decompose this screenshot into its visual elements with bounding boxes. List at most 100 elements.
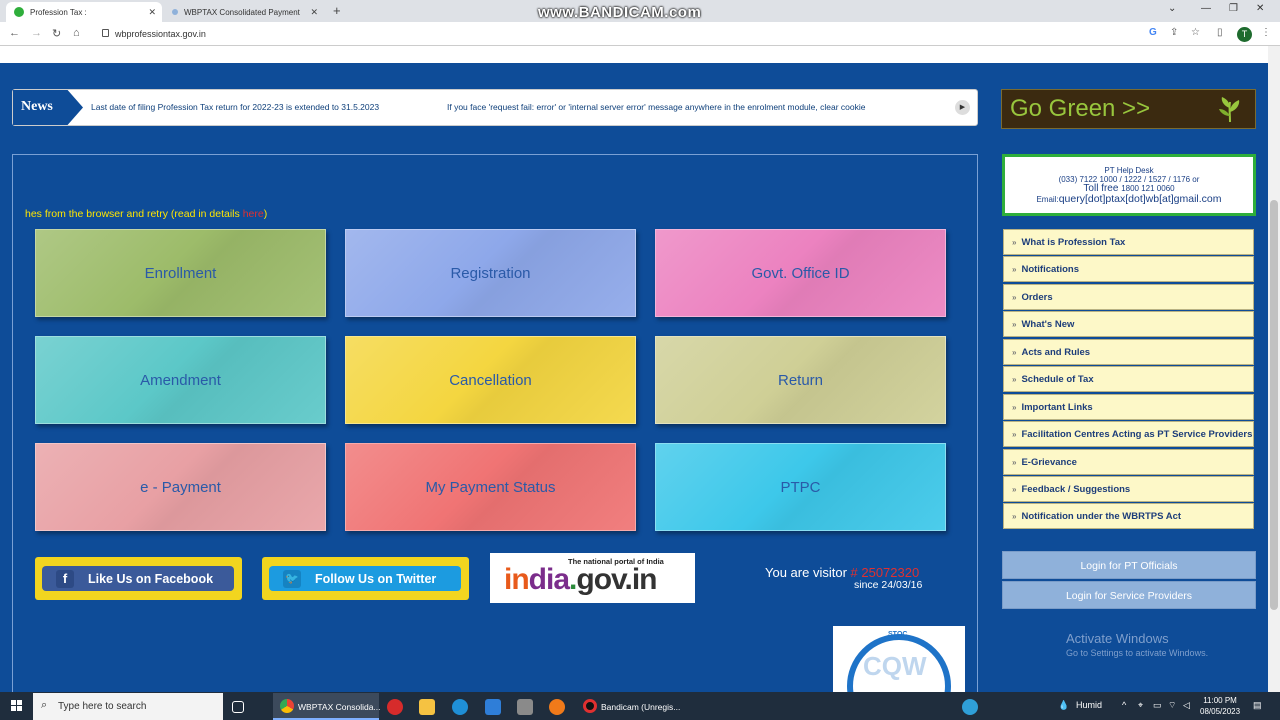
sidebar-item-label: E-Grievance — [1021, 457, 1077, 468]
sidebar-item-notifications[interactable]: » Notifications — [1003, 256, 1254, 282]
mail-icon[interactable] — [485, 699, 501, 715]
tile-cancellation[interactable]: Cancellation — [345, 336, 636, 424]
close-window-icon[interactable]: ✕ — [1256, 3, 1264, 14]
file-explorer-icon[interactable] — [419, 699, 435, 715]
play-icon[interactable]: ▶ — [955, 100, 970, 115]
opera-icon[interactable] — [387, 699, 403, 715]
share-icon[interactable]: ⇪ — [1170, 27, 1178, 38]
sidebar-item-label: Schedule of Tax — [1021, 374, 1094, 385]
taskbar-app-label: Bandicam (Unregis... — [601, 702, 681, 712]
sidebar-item-whats-new[interactable]: » What's New — [1003, 311, 1254, 337]
stqc-logo: STQC CQW — [833, 626, 965, 692]
tile-label: Registration — [450, 264, 531, 282]
chevron-right-icon: » — [1012, 238, 1017, 247]
tile-amendment[interactable]: Amendment — [35, 336, 326, 424]
search-icon: ⌕ — [41, 699, 48, 711]
facebook-button[interactable]: f Like Us on Facebook — [35, 557, 242, 600]
eservices-title: E-Services — [448, 23, 526, 43]
sidebar-item-wbrtps[interactable]: » Notification under the WBRTPS Act — [1003, 503, 1254, 529]
wifi-icon[interactable]: ⌔ — [1168, 700, 1176, 711]
tile-e-payment[interactable]: e - Payment — [35, 443, 326, 531]
activate-subtitle: Go to Settings to activate Windows. — [1066, 648, 1209, 658]
sidebar-item-facilitation-centres[interactable]: » Facilitation Centres Acting as PT Servi… — [1003, 421, 1254, 447]
taskbar-app-chrome[interactable]: WBPTAX Consolida... — [273, 693, 381, 720]
tab-search-icon[interactable]: ⌄ — [1168, 3, 1176, 14]
twitter-button[interactable]: 🐦 Follow Us on Twitter — [262, 557, 469, 600]
help-icon[interactable] — [962, 699, 978, 715]
go-green-label: Go Green >> — [1010, 95, 1151, 122]
leaf-icon — [1219, 97, 1240, 123]
help-desk-email: Email:query[dot]ptax[dot]wb[at]gmail.com — [1005, 194, 1253, 205]
tile-return[interactable]: Return — [655, 336, 946, 424]
volume-icon[interactable]: ◁ — [1183, 700, 1190, 711]
news-label: News — [13, 90, 83, 125]
tile-enrollment[interactable]: Enrollment — [35, 229, 326, 317]
sidebar-item-label: What's New — [1021, 319, 1075, 330]
chevron-right-icon: » — [1012, 348, 1017, 357]
login-pt-officials-button[interactable]: Login for PT Officials — [1002, 551, 1256, 579]
sidebar-item-feedback[interactable]: » Feedback / Suggestions — [1003, 476, 1254, 502]
taskbar-clock[interactable]: 11:00 PM 08/05/2023 — [1200, 695, 1240, 717]
taskbar-search-placeholder: Type here to search — [58, 701, 147, 712]
firefox-icon[interactable] — [549, 699, 565, 715]
marquee-end: ) — [263, 208, 268, 220]
network-icon[interactable]: ⌖ — [1138, 700, 1143, 711]
tile-govt-office-id[interactable]: Govt. Office ID — [655, 229, 946, 317]
maximize-icon[interactable]: ❐ — [1229, 3, 1238, 14]
email-label: Email: — [1036, 195, 1059, 204]
close-tab-icon[interactable]: ✕ — [310, 7, 318, 18]
chevron-right-icon: » — [1012, 403, 1017, 412]
notification-icon[interactable]: ▤ — [1253, 700, 1262, 711]
tab-wbptax-payment[interactable]: WBPTAX Consolidated Payment ✕ — [164, 2, 324, 22]
weather-icon[interactable]: 💧 — [1058, 700, 1069, 711]
google-lens-icon[interactable]: G — [1149, 27, 1157, 38]
stqc-text: STQC — [888, 631, 908, 638]
profile-avatar[interactable]: T — [1237, 27, 1252, 42]
edge-icon[interactable] — [452, 699, 468, 715]
sidebar-item-e-grievance[interactable]: » E-Grievance — [1003, 449, 1254, 475]
chevron-right-icon: » — [1012, 320, 1017, 329]
details-link[interactable]: here — [243, 208, 264, 220]
app-icon[interactable] — [517, 699, 533, 715]
weather-label[interactable]: Humid — [1076, 700, 1102, 710]
email-address[interactable]: query[dot]ptax[dot]wb[at]gmail.com — [1059, 193, 1222, 205]
sidebar-item-schedule-of-tax[interactable]: » Schedule of Tax — [1003, 366, 1254, 392]
facebook-label: Like Us on Facebook — [88, 571, 214, 586]
windows-start-icon[interactable] — [11, 700, 23, 712]
close-tab-icon[interactable]: ✕ — [148, 7, 156, 18]
task-view-icon[interactable] — [232, 701, 244, 713]
menu-dots-icon[interactable]: ⋮ — [1261, 27, 1271, 38]
battery-icon[interactable]: ▭ — [1153, 700, 1162, 711]
news-item[interactable]: Last date of filing Profession Tax retur… — [91, 102, 379, 112]
news-item[interactable]: If you face 'request fail: error' or 'in… — [447, 102, 865, 112]
new-tab-button[interactable]: + — [333, 3, 341, 18]
bookmark-star-icon[interactable]: ☆ — [1191, 27, 1200, 38]
minimize-icon[interactable]: — — [1201, 3, 1211, 14]
sidebar-item-orders[interactable]: » Orders — [1003, 284, 1254, 310]
taskbar-app-bandicam[interactable]: Bandicam (Unregis... — [576, 693, 680, 720]
tile-ptpc[interactable]: PTPC — [655, 443, 946, 531]
browser-tab-bar: Profession Tax : ✕ WBPTAX Consolidated P… — [0, 0, 1280, 22]
tile-label: Cancellation — [449, 371, 532, 389]
sidebar-item-label: Feedback / Suggestions — [1021, 484, 1131, 495]
clock-date: 08/05/2023 — [1200, 707, 1241, 716]
taskbar-search-box[interactable]: ⌕ Type here to search — [33, 693, 223, 720]
visitor-since: since 24/03/16 — [854, 579, 923, 591]
india-gov-logo[interactable]: The national portal of India india.gov.i… — [490, 553, 695, 603]
side-panel-icon[interactable]: ▯ — [1217, 27, 1223, 38]
login-service-providers-button[interactable]: Login for Service Providers — [1002, 581, 1256, 609]
sidebar-item-what-is-pt[interactable]: » What is Profession Tax — [1003, 229, 1254, 255]
tab-profession-tax[interactable]: Profession Tax : ✕ — [6, 2, 162, 22]
chrome-icon — [280, 699, 294, 713]
chevron-right-icon: » — [1012, 430, 1017, 439]
tile-label: Enrollment — [144, 264, 217, 282]
tray-chevron-icon[interactable]: ^ — [1122, 700, 1126, 710]
site-favicon-icon — [172, 9, 178, 15]
tile-my-payment-status[interactable]: My Payment Status — [345, 443, 636, 531]
tile-registration[interactable]: Registration — [345, 229, 636, 317]
sidebar-item-acts-rules[interactable]: » Acts and Rules — [1003, 339, 1254, 365]
help-desk-box: PT Help Desk (033) 7122 1000 / 1222 / 15… — [1002, 154, 1256, 216]
sidebar-item-important-links[interactable]: » Important Links — [1003, 394, 1254, 420]
go-green-banner[interactable]: Go Green >> — [1001, 89, 1256, 129]
scrollbar-thumb[interactable] — [1270, 200, 1278, 610]
